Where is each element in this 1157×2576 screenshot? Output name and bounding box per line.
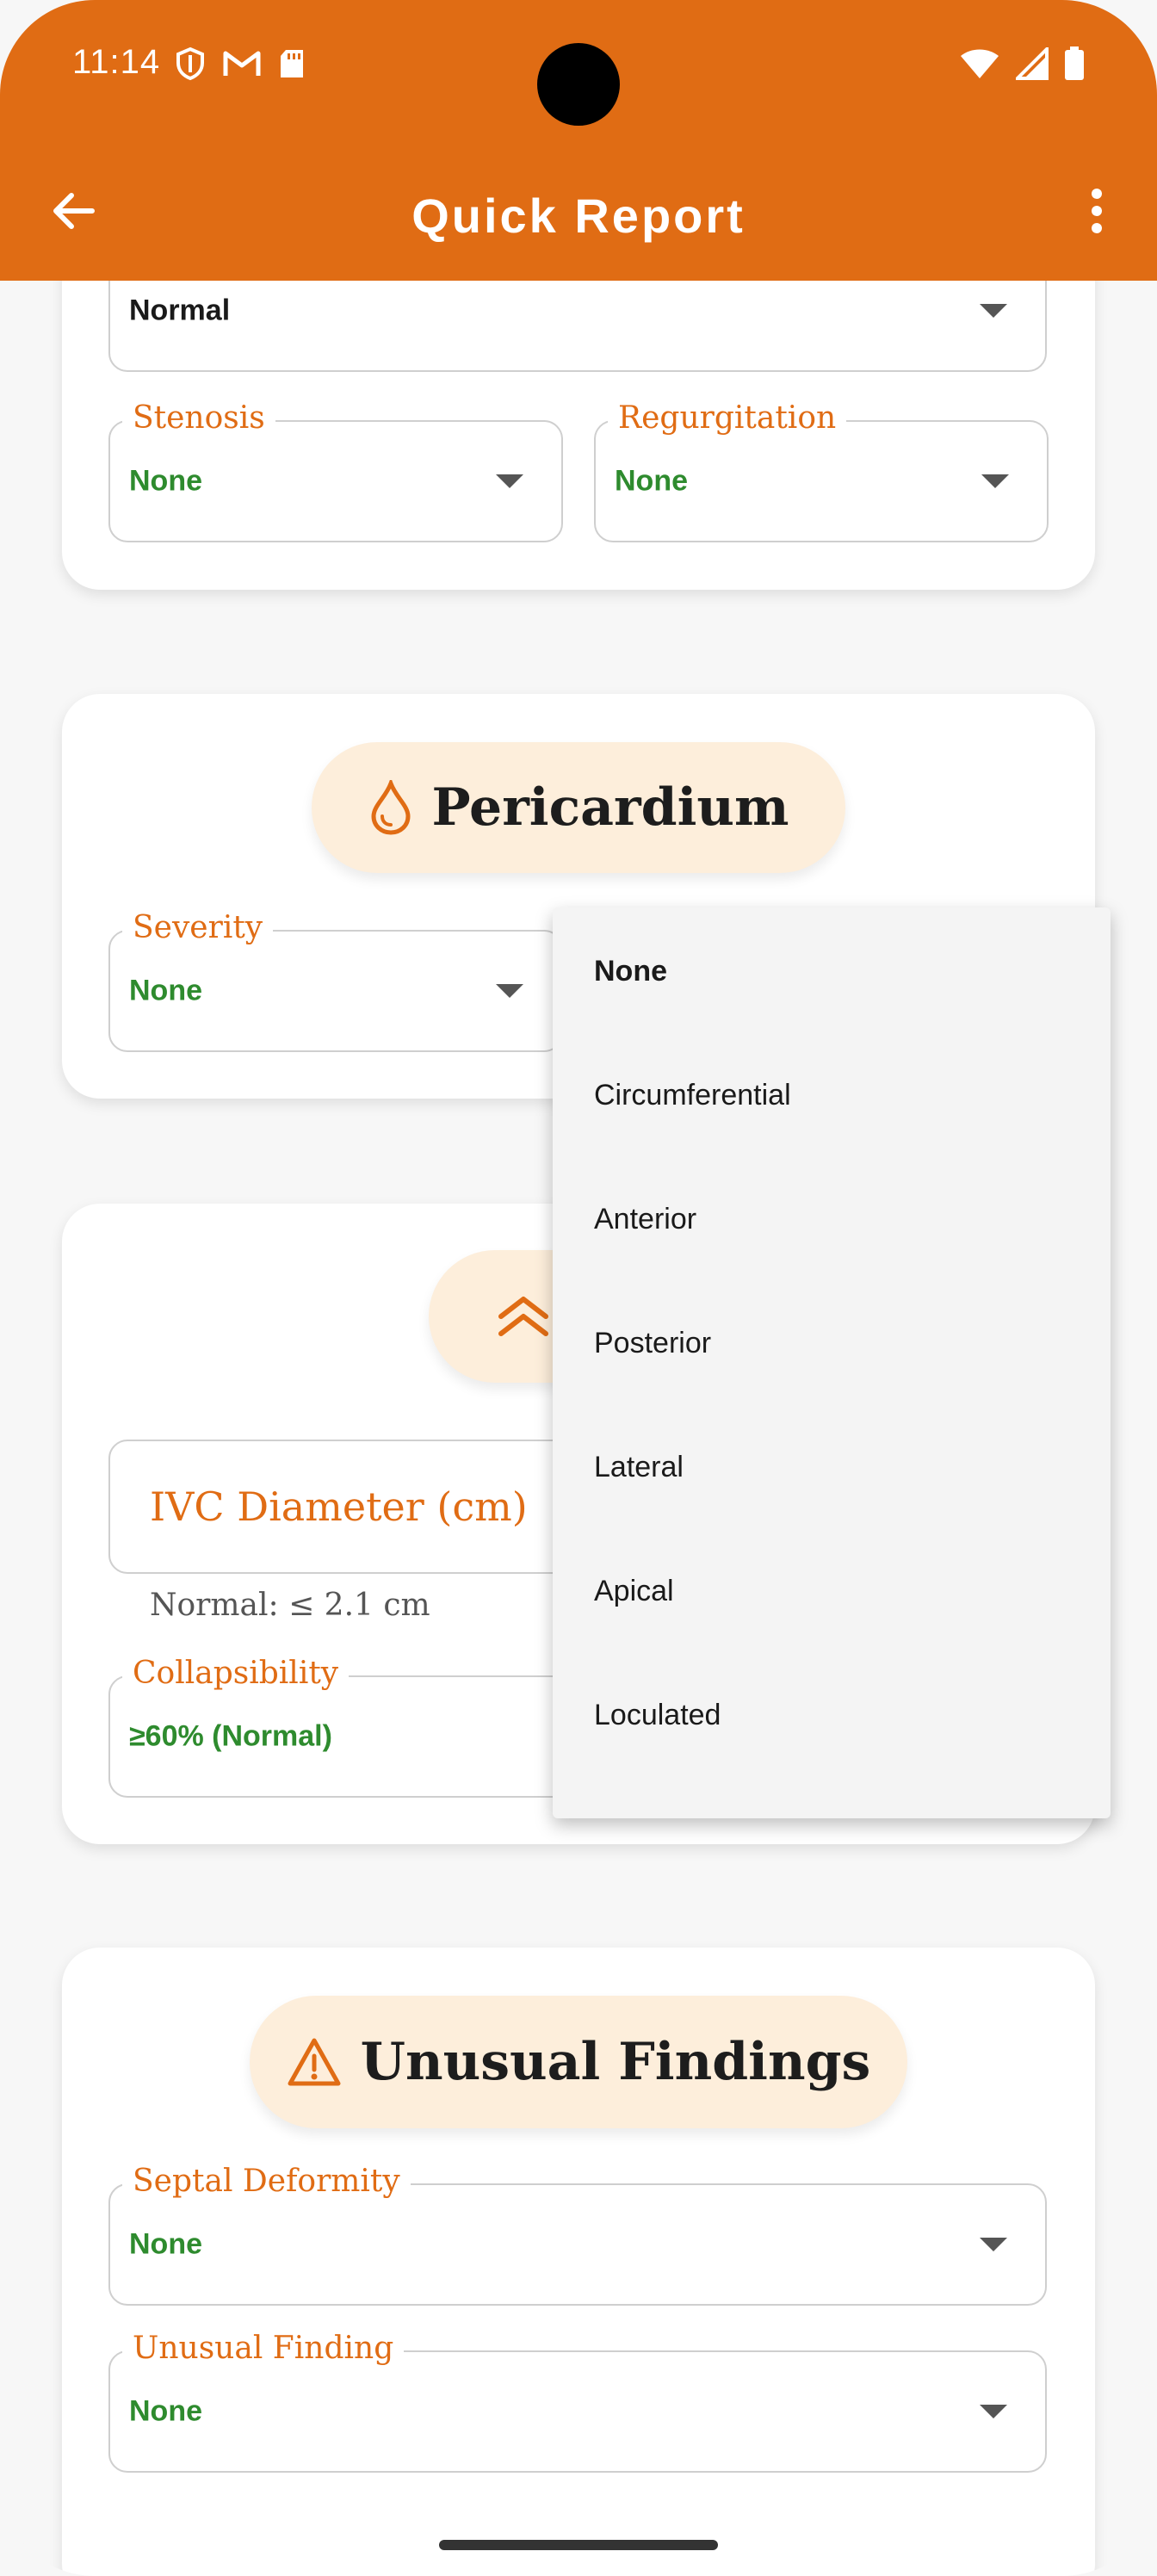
septal-deformity-value: None — [129, 2227, 202, 2261]
chevron-down-icon — [981, 474, 1009, 488]
menu-option[interactable]: Anterior — [553, 1157, 1111, 1281]
wifi-icon — [961, 49, 999, 78]
location-dropdown-menu: None Circumferential Anterior Posterior Late… — [553, 907, 1111, 1818]
menu-option[interactable]: None — [553, 909, 1111, 1033]
valve-status-value: Normal — [129, 294, 231, 327]
regurgitation-value: None — [615, 464, 688, 498]
more-vert-icon — [1092, 189, 1102, 233]
menu-option[interactable]: Lateral — [553, 1405, 1111, 1529]
chevron-down-icon — [496, 474, 523, 488]
unusual-findings-header: Unusual Findings — [250, 1996, 907, 2128]
stenosis-value: None — [129, 464, 202, 498]
collapsibility-value: ≥60% (Normal) — [129, 1719, 332, 1753]
unusual-findings-card: Unusual Findings Septal Deformity None U… — [62, 1947, 1095, 2576]
chevron-down-icon — [496, 984, 523, 998]
ivc-helper-text: Normal: ≤ 2.1 cm — [150, 1588, 430, 1623]
regurgitation-dropdown[interactable]: Regurgitation None — [594, 399, 1049, 542]
menu-option[interactable]: Posterior — [553, 1281, 1111, 1405]
gesture-home-bar[interactable] — [439, 2540, 718, 2550]
more-options-button[interactable] — [1071, 181, 1123, 241]
unusual-finding-label: Unusual Finding — [122, 2330, 405, 2368]
regurgitation-label: Regurgitation — [608, 399, 847, 437]
severity-dropdown[interactable]: Severity None — [108, 909, 563, 1052]
toolbar: Quick Report — [0, 164, 1157, 258]
status-time: 11:14 — [72, 43, 161, 81]
double-chevron-up-icon — [498, 1297, 548, 1336]
stenosis-label: Stenosis — [122, 399, 275, 437]
stenosis-dropdown[interactable]: Stenosis None — [108, 399, 563, 542]
page-title: Quick Report — [411, 189, 746, 243]
droplet-icon — [371, 780, 411, 835]
status-bar: 11:14 — [0, 0, 1157, 138]
severity-label: Severity — [122, 909, 274, 947]
status-system-icons — [959, 46, 1085, 81]
gmail-icon — [223, 51, 261, 76]
camera-cutout — [537, 43, 620, 126]
chevron-down-icon — [980, 304, 1007, 318]
pericardium-header: Pericardium — [312, 742, 845, 873]
chevron-down-icon — [980, 2238, 1007, 2251]
collapsibility-label: Collapsibility — [122, 1655, 350, 1693]
menu-option[interactable]: Circumferential — [553, 1033, 1111, 1157]
sd-card-icon — [281, 50, 303, 77]
screen: 11:14 Quick Report Normal Stenosis None … — [0, 0, 1157, 2576]
menu-option[interactable]: Loculated — [553, 1653, 1111, 1777]
unusual-finding-dropdown[interactable]: Unusual Finding None — [108, 2330, 1047, 2473]
severity-value: None — [129, 974, 202, 1007]
chevron-down-icon — [980, 2405, 1007, 2418]
unusual-finding-value: None — [129, 2394, 202, 2428]
septal-deformity-dropdown[interactable]: Septal Deformity None — [108, 2163, 1047, 2306]
ivc-diameter-label: IVC Diameter (cm) — [150, 1483, 528, 1530]
menu-option[interactable]: Apical — [553, 1529, 1111, 1653]
app-bar: 11:14 Quick Report — [0, 0, 1157, 281]
unusual-findings-title: Unusual Findings — [360, 2032, 871, 2092]
battery-icon — [1065, 46, 1084, 80]
septal-deformity-label: Septal Deformity — [122, 2163, 411, 2201]
warning-triangle-icon — [288, 2038, 341, 2086]
pericardium-title: Pericardium — [431, 777, 789, 838]
shield-icon — [176, 46, 204, 81]
status-notification-icons — [176, 46, 305, 81]
signal-icon — [1016, 47, 1049, 80]
